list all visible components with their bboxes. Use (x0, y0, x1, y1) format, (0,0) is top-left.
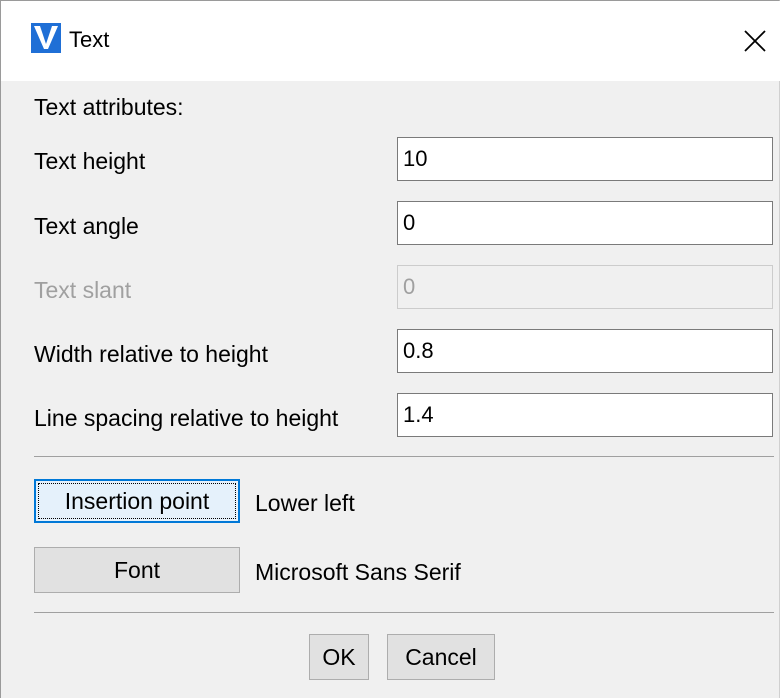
separator-top (34, 456, 774, 457)
width-relative-label: Width relative to height (34, 341, 268, 367)
text-angle-input[interactable] (397, 201, 773, 245)
text-slant-label: Text slant (34, 277, 132, 303)
insertion-point-value: Lower left (255, 490, 355, 516)
close-icon[interactable] (733, 17, 777, 61)
window-title: Text (69, 27, 110, 52)
width-relative-input[interactable] (397, 329, 773, 373)
vectorcad-logo-icon (31, 23, 61, 53)
line-spacing-label: Line spacing relative to height (34, 405, 339, 431)
font-button[interactable]: Font (34, 547, 240, 593)
ok-button[interactable]: OK (309, 634, 369, 680)
line-spacing-input[interactable] (397, 393, 773, 437)
cancel-button[interactable]: Cancel (387, 634, 495, 680)
separator-bottom (34, 612, 774, 613)
text-angle-label: Text angle (34, 213, 139, 239)
section-label: Text attributes: (34, 94, 184, 120)
text-slant-input (397, 265, 773, 309)
insertion-point-button[interactable]: Insertion point (34, 479, 240, 523)
text-dialog: Text Text attributes: Text height Text a… (0, 0, 780, 698)
text-height-label: Text height (34, 148, 146, 174)
font-value: Microsoft Sans Serif (255, 559, 461, 585)
text-height-input[interactable] (397, 137, 773, 181)
title-bar: Text (1, 1, 780, 81)
